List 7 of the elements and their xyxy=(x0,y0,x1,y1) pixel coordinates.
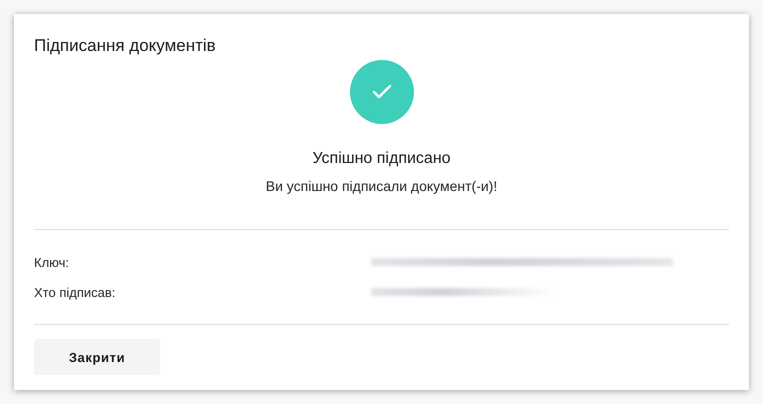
status-message: Ви успішно підписали документ(-и)! xyxy=(266,177,498,195)
detail-label: Ключ: xyxy=(34,254,70,270)
close-button[interactable]: Закрити xyxy=(34,339,160,375)
checkmark-icon xyxy=(372,84,392,100)
detail-label: Хто підписав: xyxy=(34,284,116,300)
status-heading: Успішно підписано xyxy=(312,149,451,169)
dialog-title: Підписання документів xyxy=(34,36,217,56)
